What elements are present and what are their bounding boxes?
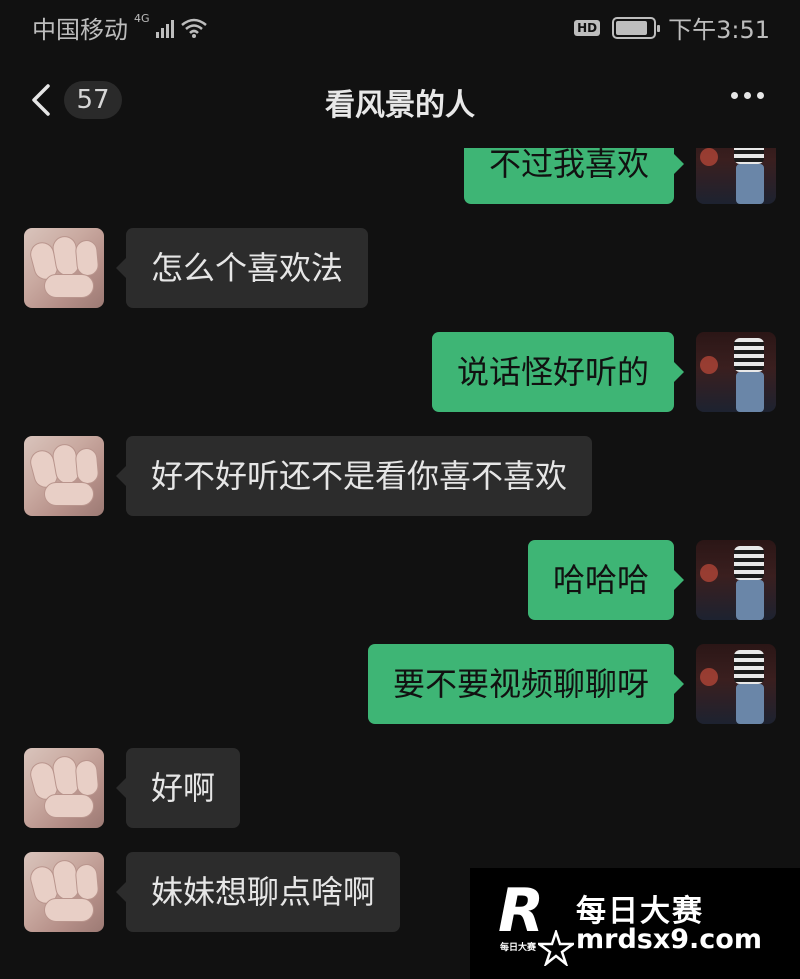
watermark-url: mrdsx9.com (576, 924, 762, 955)
message-row: 好啊 (0, 748, 800, 828)
chat-screen: 中国移动 4G HD 下午3:51 57 看风景的人 不过我喜欢 怎么个喜欢法 … (0, 0, 800, 979)
message-bubble-sent[interactable]: 说话怪好听的 (431, 332, 685, 412)
message-row: 要不要视频聊聊呀 (0, 644, 800, 724)
message-bubble-received[interactable]: 好啊 (115, 748, 241, 828)
avatar-contact[interactable] (24, 228, 104, 308)
status-right: HD 下午3:51 (574, 10, 770, 45)
hd-badge: HD (574, 19, 601, 36)
avatar-contact[interactable] (24, 748, 104, 828)
battery-icon (612, 16, 661, 39)
avatar-self[interactable] (696, 148, 776, 204)
star-icon (538, 930, 574, 966)
message-list[interactable]: 不过我喜欢 怎么个喜欢法 说话怪好听的 好不好听还不是看你喜不喜欢 哈哈哈 要不… (0, 148, 800, 979)
status-bar: 中国移动 4G HD 下午3:51 (0, 0, 800, 52)
avatar-contact[interactable] (24, 852, 104, 932)
message-bubble-sent[interactable]: 要不要视频聊聊呀 (367, 644, 685, 724)
more-dots-icon[interactable] (731, 92, 764, 99)
watermark-logo-caption: 每日大赛 (500, 943, 537, 953)
message-bubble-received[interactable]: 好不好听还不是看你喜不喜欢 (115, 436, 593, 516)
message-bubble-sent[interactable]: 哈哈哈 (527, 540, 685, 620)
message-bubble-received[interactable]: 怎么个喜欢法 (115, 228, 369, 308)
signal-icon (155, 18, 174, 38)
status-time: 下午3:51 (668, 16, 770, 44)
avatar-self[interactable] (696, 540, 776, 620)
message-bubble-sent[interactable]: 不过我喜欢 (463, 148, 685, 204)
message-row: 好不好听还不是看你喜不喜欢 (0, 436, 800, 516)
chat-header: 57 看风景的人 (0, 52, 800, 148)
watermark: R 每日大赛 每日大赛 mrdsx9.com (470, 868, 800, 979)
carrier-name: 中国移动 (32, 16, 128, 44)
battery-fill (616, 20, 647, 35)
status-left: 中国移动 4G (32, 10, 208, 45)
back-button[interactable]: 57 (28, 80, 124, 120)
message-row: 说话怪好听的 (0, 332, 800, 412)
unread-count-badge: 57 (64, 81, 122, 119)
message-bubble-received[interactable]: 妹妹想聊点啥啊 (115, 852, 401, 932)
avatar-self[interactable] (696, 644, 776, 724)
chevron-left-icon (32, 84, 50, 116)
message-row: 怎么个喜欢法 (0, 228, 800, 308)
message-row: 哈哈哈 (0, 540, 800, 620)
chat-title: 看风景的人 (325, 88, 475, 123)
network-type: 4G (134, 12, 150, 25)
watermark-logo: R 每日大赛 (498, 876, 574, 966)
message-row: 不过我喜欢 (0, 148, 800, 204)
avatar-contact[interactable] (24, 436, 104, 516)
avatar-self[interactable] (696, 332, 776, 412)
wifi-icon (180, 18, 207, 38)
